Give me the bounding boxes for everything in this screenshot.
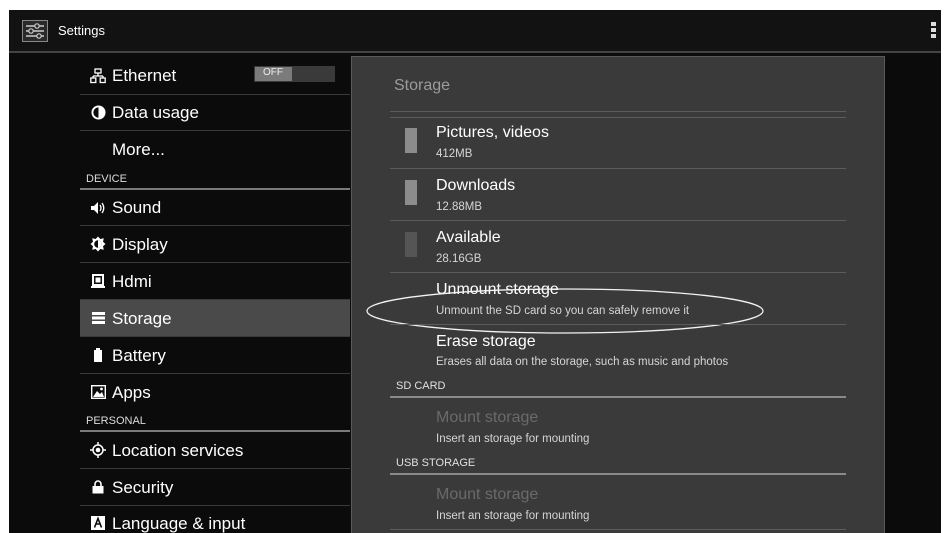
ethernet-toggle[interactable]: OFF bbox=[254, 66, 335, 82]
sidebar-item-apps[interactable]: Apps bbox=[80, 374, 350, 410]
usage-color-swatch bbox=[405, 232, 417, 257]
divider bbox=[390, 529, 846, 530]
item-title: Downloads bbox=[436, 177, 516, 194]
app-title: Settings bbox=[58, 23, 105, 38]
section-header-sd-card: SD CARD bbox=[396, 380, 446, 392]
sidebar-item-label: Location services bbox=[112, 441, 244, 460]
section-header-personal: PERSONAL bbox=[86, 415, 146, 427]
sidebar-item-display[interactable]: Display bbox=[80, 226, 350, 263]
item-title: Mount storage bbox=[436, 486, 539, 503]
sidebar-item-data-usage[interactable]: Data usage bbox=[80, 95, 350, 131]
panel-title: Storage bbox=[394, 77, 451, 94]
sidebar-item-label: Apps bbox=[112, 383, 151, 402]
sidebar-item-ethernet[interactable]: Ethernet OFF bbox=[80, 58, 350, 95]
sidebar-item-label: Hdmi bbox=[112, 272, 152, 291]
item-subtitle: Insert an storage for mounting bbox=[436, 433, 590, 445]
volume-icon bbox=[90, 200, 106, 216]
section-header-device: DEVICE bbox=[86, 173, 127, 185]
hdmi-icon bbox=[90, 273, 106, 289]
sidebar-item-storage[interactable]: Storage bbox=[80, 300, 350, 337]
section-header-usb-storage: USB STORAGE bbox=[396, 457, 476, 469]
sidebar-item-label: More... bbox=[112, 140, 165, 159]
section-divider bbox=[390, 396, 846, 398]
item-subtitle: 12.88MB bbox=[436, 201, 483, 213]
sidebar-item-label: Storage bbox=[112, 309, 172, 328]
battery-icon bbox=[90, 347, 106, 363]
keyboard-icon bbox=[90, 515, 106, 531]
settings-sliders-icon[interactable] bbox=[22, 20, 48, 42]
settings-sidebar: Ethernet OFF Data usage More... DEVICE S… bbox=[80, 58, 350, 533]
sidebar-item-language[interactable]: Language & input bbox=[80, 506, 350, 533]
sidebar-item-location[interactable]: Location services bbox=[80, 432, 350, 469]
settings-screen: Settings Ethernet OFF Data usage More...… bbox=[9, 10, 941, 533]
divider bbox=[390, 220, 846, 221]
sidebar-item-battery[interactable]: Battery bbox=[80, 337, 350, 374]
sidebar-item-label: Ethernet bbox=[112, 66, 177, 85]
storage-panel: Storage Pictures, videos 412MB Downloads… bbox=[351, 56, 885, 533]
sidebar-item-label: Language & input bbox=[112, 514, 246, 533]
toggle-state: OFF bbox=[263, 67, 283, 78]
usage-color-swatch bbox=[405, 128, 417, 153]
action-bar: Settings bbox=[9, 10, 941, 53]
divider bbox=[390, 324, 846, 325]
sidebar-item-label: Battery bbox=[112, 346, 166, 365]
section-divider bbox=[390, 473, 846, 475]
sidebar-item-hdmi[interactable]: Hdmi bbox=[80, 263, 350, 300]
item-title: Erase storage bbox=[436, 333, 536, 350]
usage-color-swatch bbox=[405, 180, 417, 205]
apps-icon bbox=[90, 384, 106, 400]
divider bbox=[390, 117, 846, 118]
sidebar-item-security[interactable]: Security bbox=[80, 469, 350, 506]
storage-icon bbox=[90, 310, 106, 326]
item-subtitle: Insert an storage for mounting bbox=[436, 510, 590, 522]
item-subtitle: 28.16GB bbox=[436, 253, 482, 265]
divider bbox=[390, 168, 846, 169]
item-subtitle: Erases all data on the storage, such as … bbox=[436, 356, 729, 368]
divider bbox=[390, 111, 846, 112]
data-usage-icon bbox=[90, 104, 106, 120]
item-title: Available bbox=[436, 229, 501, 246]
brightness-icon bbox=[90, 236, 106, 252]
location-icon bbox=[90, 442, 106, 458]
item-title: Mount storage bbox=[436, 409, 539, 426]
sidebar-item-label: Security bbox=[112, 478, 174, 497]
divider bbox=[390, 272, 846, 273]
highlight-ellipse bbox=[366, 288, 764, 334]
network-icon bbox=[90, 68, 106, 84]
item-subtitle: 412MB bbox=[436, 148, 473, 160]
sidebar-item-label: Display bbox=[112, 235, 168, 254]
lock-icon bbox=[90, 479, 106, 495]
sidebar-item-label: Data usage bbox=[112, 103, 199, 122]
sidebar-item-more[interactable]: More... bbox=[80, 131, 350, 167]
sidebar-item-sound[interactable]: Sound bbox=[80, 190, 350, 226]
overflow-menu-icon[interactable] bbox=[931, 22, 937, 40]
sidebar-item-label: Sound bbox=[112, 198, 162, 217]
item-title: Pictures, videos bbox=[436, 124, 549, 141]
